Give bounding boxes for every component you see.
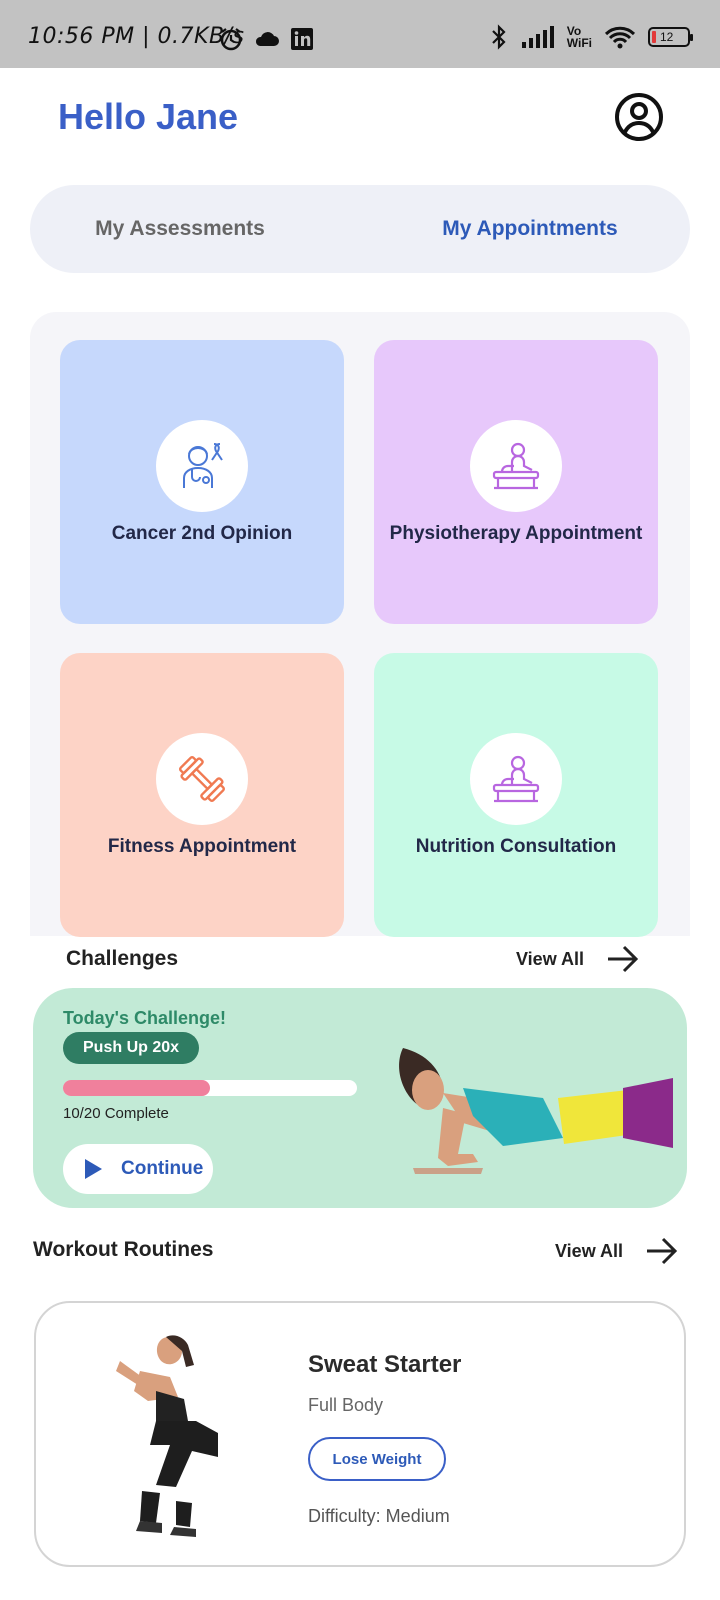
challenge-progress-bar [63, 1080, 357, 1096]
massage-table-icon [492, 442, 540, 490]
continue-button[interactable]: Continue [63, 1144, 213, 1194]
challenge-name-badge: Push Up 20x [63, 1032, 200, 1064]
status-time: 10:56 PM | 0.7KB/s [28, 24, 245, 49]
alarm-icon [220, 28, 242, 51]
view-all-label: View All [516, 948, 585, 969]
challenge-progress-text: 10/20 Complete [63, 1105, 169, 1122]
tab-my-assessments[interactable]: My Assessments [30, 185, 330, 273]
workout-name: Sweat Starter [308, 1351, 462, 1378]
cloud-icon [255, 32, 279, 46]
workout-target: Full Body [308, 1395, 384, 1415]
card-fitness-appointment[interactable]: Fitness Appointment [60, 653, 344, 937]
card-label: Fitness Appointment [107, 836, 297, 857]
card-physiotherapy-appointment[interactable]: Physiotherapy Appointment [374, 340, 658, 624]
card-label: Nutrition Consultation [415, 836, 617, 857]
workout-difficulty: Difficulty: Medium [308, 1506, 450, 1526]
workout-goal-tag[interactable]: Lose Weight [308, 1437, 446, 1481]
wifi-icon [604, 26, 636, 49]
account-circle-icon [615, 93, 663, 141]
status-icons-left [218, 26, 314, 52]
card-cancer-2nd-opinion[interactable]: Cancer 2nd Opinion [60, 340, 344, 624]
icon-badge [470, 420, 562, 512]
profile-button[interactable] [614, 92, 664, 142]
segmented-tabs: My Assessments My Appointments [30, 185, 690, 273]
bluetooth-icon [492, 24, 506, 50]
greeting-title: Hello Jane [58, 96, 239, 137]
challenges-title: Challenges [66, 947, 179, 970]
doctor-ribbon-icon [183, 443, 223, 488]
view-all-label: View All [555, 1240, 624, 1261]
massage-table-icon [492, 755, 540, 803]
todays-challenge-card[interactable]: Today's Challenge! Push Up 20x 10/20 Com… [33, 988, 687, 1208]
card-label: Cancer 2nd Opinion [111, 523, 293, 544]
signal-icon [521, 26, 554, 48]
icon-badge [156, 420, 248, 512]
status-icons-right: Vo WiFi 12 [489, 24, 693, 50]
icon-badge [470, 733, 562, 825]
battery-level: 12 [660, 30, 674, 44]
dumbbell-icon [179, 756, 225, 802]
workout-routines-title: Workout Routines [33, 1238, 214, 1261]
tab-my-appointments[interactable]: My Appointments [360, 185, 700, 273]
play-icon [85, 1159, 102, 1179]
workout-card-sweat-starter[interactable]: Sweat Starter Full Body Lose Weight Diff… [34, 1301, 686, 1567]
workouts-view-all[interactable]: View All [555, 1236, 679, 1266]
battery-icon: 12 [648, 27, 693, 47]
squat-woman-illustration [116, 1335, 218, 1537]
pushup-woman-illustration [399, 1048, 673, 1174]
card-nutrition-consultation[interactable]: Nutrition Consultation [374, 653, 658, 937]
icon-badge [156, 733, 248, 825]
vowifi-icon: Vo WiFi [566, 24, 592, 50]
linkedin-icon [291, 28, 313, 50]
arrow-right-icon [647, 1237, 678, 1265]
card-label: Physiotherapy Appointment [389, 523, 643, 544]
arrow-right-icon [608, 945, 639, 973]
challenges-view-all[interactable]: View All [516, 944, 640, 974]
continue-label: Continue [121, 1158, 204, 1179]
challenge-progress-fill [63, 1080, 210, 1096]
challenge-heading: Today's Challenge! [63, 1008, 226, 1028]
